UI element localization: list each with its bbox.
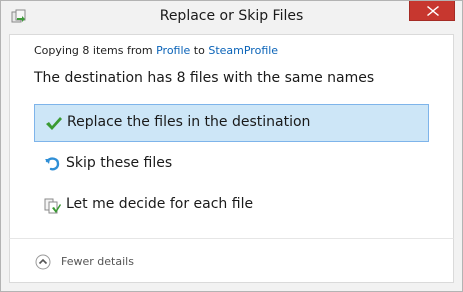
skip-files-label: Skip these files [66,155,173,171]
dialog-body: Copying 8 items from Profile to SteamPro… [9,34,454,238]
replace-files-option[interactable]: Replace the files in the destination [34,104,429,142]
decide-each-file-option[interactable]: Let me decide for each file [34,187,429,225]
source-folder-link[interactable]: Profile [156,44,190,57]
decide-each-file-label: Let me decide for each file [66,196,254,212]
copy-status-prefix: Copying 8 items from [34,44,153,57]
checkmark-icon [45,116,63,132]
title-bar: Replace or Skip Files [1,1,462,34]
dialog-footer: Fewer details [9,238,454,283]
close-icon [427,6,439,16]
skip-arrow-icon [44,157,62,173]
destination-folder-link[interactable]: SteamProfile [208,44,278,57]
replace-files-label: Replace the files in the destination [67,114,311,130]
copy-status: Copying 8 items from Profile to SteamPro… [34,44,278,57]
compare-files-icon [44,198,62,214]
conflict-headline: The destination has 8 files with the sam… [34,70,375,86]
window-title: Replace or Skip Files [159,8,304,24]
replace-skip-dialog: Replace or Skip Files Copying 8 items fr… [0,0,463,292]
chevron-up-circle-icon [35,254,51,270]
close-button[interactable] [409,1,455,21]
copy-status-joiner: to [193,44,205,57]
skip-files-option[interactable]: Skip these files [34,146,429,184]
fewer-details-label: Fewer details [61,255,134,268]
